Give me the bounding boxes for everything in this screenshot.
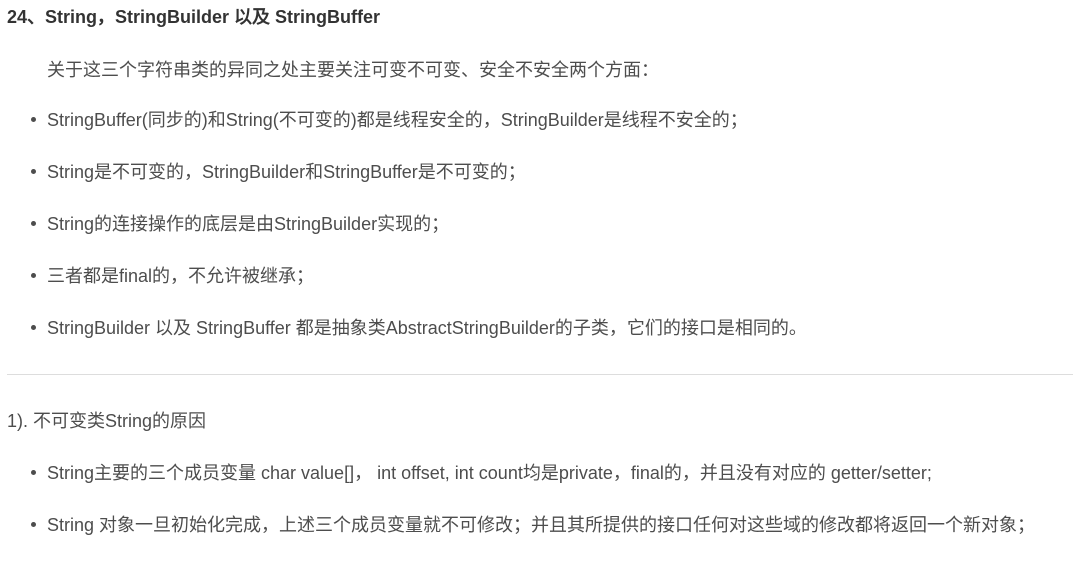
bullet-dot-icon — [31, 522, 36, 527]
article-content: 24、String，StringBuilder 以及 StringBuffer … — [0, 0, 1077, 585]
list-item: 三者都是final的，不允许被继承； — [31, 261, 315, 291]
list-item-text: 三者都是final的，不允许被继承； — [47, 266, 315, 286]
subsection-heading: 1). 不可变类String的原因 — [7, 411, 207, 431]
list-item: String是不可变的，StringBuilder和StringBuffer是不… — [31, 157, 526, 187]
section-heading: 24、String，StringBuilder 以及 StringBuffer — [7, 7, 381, 27]
list-item-text: StringBuffer(同步的)和String(不可变的)都是线程安全的，St… — [47, 110, 748, 130]
list-item-text: String的连接操作的底层是由StringBuilder实现的； — [47, 214, 450, 234]
list-item: StringBuilder 以及 StringBuffer 都是抽象类Abstr… — [31, 313, 807, 343]
list-item: String的连接操作的底层是由StringBuilder实现的； — [31, 209, 450, 239]
intro-paragraph: 关于这三个字符串类的异同之处主要关注可变不可变、安全不安全两个方面： — [47, 60, 659, 80]
bullet-dot-icon — [31, 470, 36, 475]
list-item: String 对象一旦初始化完成，上述三个成员变量就不可修改；并且其所提供的接口… — [31, 510, 1075, 540]
list-item-text: String 对象一旦初始化完成，上述三个成员变量就不可修改；并且其所提供的接口… — [47, 515, 1036, 535]
list-item-text: String是不可变的，StringBuilder和StringBuffer是不… — [47, 162, 526, 182]
bullet-dot-icon — [31, 325, 36, 330]
bullet-dot-icon — [31, 117, 36, 122]
list-item: String主要的三个成员变量 char value[]， int offset… — [31, 458, 932, 488]
list-item-text: StringBuilder 以及 StringBuffer 都是抽象类Abstr… — [47, 318, 807, 338]
list-item-text: String主要的三个成员变量 char value[]， int offset… — [47, 463, 932, 483]
bullet-dot-icon — [31, 221, 36, 226]
bullet-dot-icon — [31, 273, 36, 278]
bullet-dot-icon — [31, 169, 36, 174]
horizontal-divider — [7, 374, 1073, 375]
list-item: StringBuffer(同步的)和String(不可变的)都是线程安全的，St… — [31, 105, 748, 135]
